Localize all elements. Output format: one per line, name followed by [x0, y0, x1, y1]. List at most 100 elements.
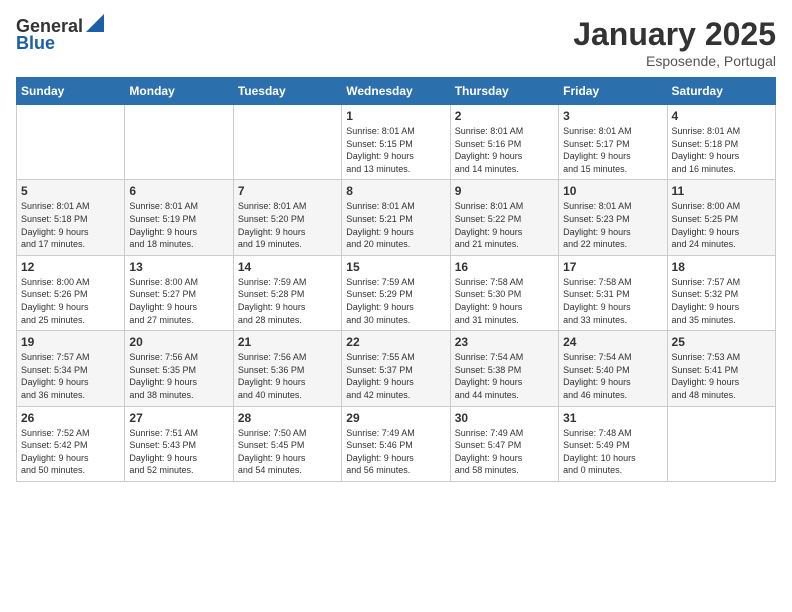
day-number: 24 [563, 335, 662, 349]
day-info: Sunrise: 7:51 AM Sunset: 5:43 PM Dayligh… [129, 427, 228, 477]
calendar-week-4: 19Sunrise: 7:57 AM Sunset: 5:34 PM Dayli… [17, 331, 776, 406]
calendar-cell: 12Sunrise: 8:00 AM Sunset: 5:26 PM Dayli… [17, 255, 125, 330]
day-number: 18 [672, 260, 771, 274]
day-info: Sunrise: 7:55 AM Sunset: 5:37 PM Dayligh… [346, 351, 445, 401]
calendar-week-1: 1 Sunrise: 8:01 AM Sunset: 5:15 PM Daylig… [17, 105, 776, 180]
day-number: 30 [455, 411, 554, 425]
day-number: 26 [21, 411, 120, 425]
day-info: Sunrise: 7:57 AM Sunset: 5:34 PM Dayligh… [21, 351, 120, 401]
day-info: Sunrise: 7:50 AM Sunset: 5:45 PM Dayligh… [238, 427, 337, 477]
day-info: Sunrise: 8:01 AM Sunset: 5:16 PM Dayligh… [455, 125, 554, 175]
day-info: Sunrise: 8:01 AM Sunset: 5:18 PM Dayligh… [672, 125, 771, 175]
calendar-cell [233, 105, 341, 180]
calendar-cell: 1 Sunrise: 8:01 AM Sunset: 5:15 PM Daylig… [342, 105, 450, 180]
calendar-cell [125, 105, 233, 180]
location-title: Esposende, Portugal [573, 53, 776, 69]
day-info: Sunrise: 8:01 AM Sunset: 5:22 PM Dayligh… [455, 200, 554, 250]
day-info: Sunrise: 7:57 AM Sunset: 5:32 PM Dayligh… [672, 276, 771, 326]
title-area: January 2025 Esposende, Portugal [573, 16, 776, 69]
calendar-week-3: 12Sunrise: 8:00 AM Sunset: 5:26 PM Dayli… [17, 255, 776, 330]
day-number: 16 [455, 260, 554, 274]
calendar-cell: 16 Sunrise: 7:58 AM Sunset: 5:30 PM Dayli… [450, 255, 558, 330]
day-info: Sunrise: 7:58 AM Sunset: 5:30 PM Dayligh… [455, 276, 554, 326]
day-number: 7 [238, 184, 337, 198]
day-number: 29 [346, 411, 445, 425]
day-number: 13 [129, 260, 228, 274]
calendar-cell [667, 406, 775, 481]
calendar-week-5: 26 Sunrise: 7:52 AM Sunset: 5:42 PM Dayli… [17, 406, 776, 481]
weekday-header-saturday: Saturday [667, 78, 775, 105]
calendar-cell: 25 Sunrise: 7:53 AM Sunset: 5:41 PM Dayli… [667, 331, 775, 406]
day-number: 14 [238, 260, 337, 274]
day-number: 31 [563, 411, 662, 425]
calendar-week-2: 5 Sunrise: 8:01 AM Sunset: 5:18 PM Daylig… [17, 180, 776, 255]
calendar-table: SundayMondayTuesdayWednesdayThursdayFrid… [16, 77, 776, 482]
day-number: 28 [238, 411, 337, 425]
calendar-cell: 31 Sunrise: 7:48 AM Sunset: 5:49 PM Dayli… [559, 406, 667, 481]
calendar-cell: 10Sunrise: 8:01 AM Sunset: 5:23 PM Dayli… [559, 180, 667, 255]
weekday-header-thursday: Thursday [450, 78, 558, 105]
day-number: 12 [21, 260, 120, 274]
day-info: Sunrise: 8:01 AM Sunset: 5:15 PM Dayligh… [346, 125, 445, 175]
calendar-cell: 24 Sunrise: 7:54 AM Sunset: 5:40 PM Dayli… [559, 331, 667, 406]
day-info: Sunrise: 8:01 AM Sunset: 5:20 PM Dayligh… [238, 200, 337, 250]
calendar-cell: 11Sunrise: 8:00 AM Sunset: 5:25 PM Dayli… [667, 180, 775, 255]
day-info: Sunrise: 8:00 AM Sunset: 5:27 PM Dayligh… [129, 276, 228, 326]
day-info: Sunrise: 7:52 AM Sunset: 5:42 PM Dayligh… [21, 427, 120, 477]
day-number: 2 [455, 109, 554, 123]
logo-triangle-icon [86, 14, 104, 32]
day-info: Sunrise: 7:49 AM Sunset: 5:46 PM Dayligh… [346, 427, 445, 477]
day-number: 6 [129, 184, 228, 198]
calendar-cell: 28 Sunrise: 7:50 AM Sunset: 5:45 PM Dayli… [233, 406, 341, 481]
day-info: Sunrise: 7:56 AM Sunset: 5:35 PM Dayligh… [129, 351, 228, 401]
weekday-header-sunday: Sunday [17, 78, 125, 105]
day-info: Sunrise: 7:48 AM Sunset: 5:49 PM Dayligh… [563, 427, 662, 477]
calendar-cell: 17Sunrise: 7:58 AM Sunset: 5:31 PM Dayli… [559, 255, 667, 330]
weekday-header-row: SundayMondayTuesdayWednesdayThursdayFrid… [17, 78, 776, 105]
logo: General Blue [16, 16, 104, 54]
calendar-cell: 22 Sunrise: 7:55 AM Sunset: 5:37 PM Dayli… [342, 331, 450, 406]
calendar-cell: 3Sunrise: 8:01 AM Sunset: 5:17 PM Daylig… [559, 105, 667, 180]
calendar-cell: 15 Sunrise: 7:59 AM Sunset: 5:29 PM Dayli… [342, 255, 450, 330]
calendar-cell [17, 105, 125, 180]
day-number: 22 [346, 335, 445, 349]
day-number: 9 [455, 184, 554, 198]
day-number: 15 [346, 260, 445, 274]
day-number: 8 [346, 184, 445, 198]
calendar-cell: 9 Sunrise: 8:01 AM Sunset: 5:22 PM Daylig… [450, 180, 558, 255]
day-info: Sunrise: 8:01 AM Sunset: 5:19 PM Dayligh… [129, 200, 228, 250]
day-info: Sunrise: 7:49 AM Sunset: 5:47 PM Dayligh… [455, 427, 554, 477]
calendar-cell: 14Sunrise: 7:59 AM Sunset: 5:28 PM Dayli… [233, 255, 341, 330]
day-number: 1 [346, 109, 445, 123]
page-header: General Blue January 2025 Esposende, Por… [16, 16, 776, 69]
day-number: 25 [672, 335, 771, 349]
day-number: 11 [672, 184, 771, 198]
weekday-header-wednesday: Wednesday [342, 78, 450, 105]
calendar-cell: 5 Sunrise: 8:01 AM Sunset: 5:18 PM Daylig… [17, 180, 125, 255]
logo-blue: Blue [16, 33, 55, 54]
calendar-cell: 21 Sunrise: 7:56 AM Sunset: 5:36 PM Dayli… [233, 331, 341, 406]
day-number: 5 [21, 184, 120, 198]
day-number: 23 [455, 335, 554, 349]
day-info: Sunrise: 7:56 AM Sunset: 5:36 PM Dayligh… [238, 351, 337, 401]
calendar-cell: 18 Sunrise: 7:57 AM Sunset: 5:32 PM Dayli… [667, 255, 775, 330]
weekday-header-tuesday: Tuesday [233, 78, 341, 105]
day-info: Sunrise: 7:54 AM Sunset: 5:38 PM Dayligh… [455, 351, 554, 401]
month-title: January 2025 [573, 16, 776, 53]
day-info: Sunrise: 8:01 AM Sunset: 5:21 PM Dayligh… [346, 200, 445, 250]
calendar-cell: 30 Sunrise: 7:49 AM Sunset: 5:47 PM Dayli… [450, 406, 558, 481]
calendar-cell: 19Sunrise: 7:57 AM Sunset: 5:34 PM Dayli… [17, 331, 125, 406]
day-info: Sunrise: 7:58 AM Sunset: 5:31 PM Dayligh… [563, 276, 662, 326]
calendar-cell: 7 Sunrise: 8:01 AM Sunset: 5:20 PM Daylig… [233, 180, 341, 255]
calendar-cell: 26 Sunrise: 7:52 AM Sunset: 5:42 PM Dayli… [17, 406, 125, 481]
day-info: Sunrise: 8:01 AM Sunset: 5:17 PM Dayligh… [563, 125, 662, 175]
calendar-cell: 6 Sunrise: 8:01 AM Sunset: 5:19 PM Daylig… [125, 180, 233, 255]
day-number: 27 [129, 411, 228, 425]
calendar-cell: 4Sunrise: 8:01 AM Sunset: 5:18 PM Daylig… [667, 105, 775, 180]
day-info: Sunrise: 7:53 AM Sunset: 5:41 PM Dayligh… [672, 351, 771, 401]
calendar-cell: 29 Sunrise: 7:49 AM Sunset: 5:46 PM Dayli… [342, 406, 450, 481]
day-info: Sunrise: 7:59 AM Sunset: 5:29 PM Dayligh… [346, 276, 445, 326]
day-number: 21 [238, 335, 337, 349]
day-info: Sunrise: 8:01 AM Sunset: 5:18 PM Dayligh… [21, 200, 120, 250]
day-info: Sunrise: 7:54 AM Sunset: 5:40 PM Dayligh… [563, 351, 662, 401]
